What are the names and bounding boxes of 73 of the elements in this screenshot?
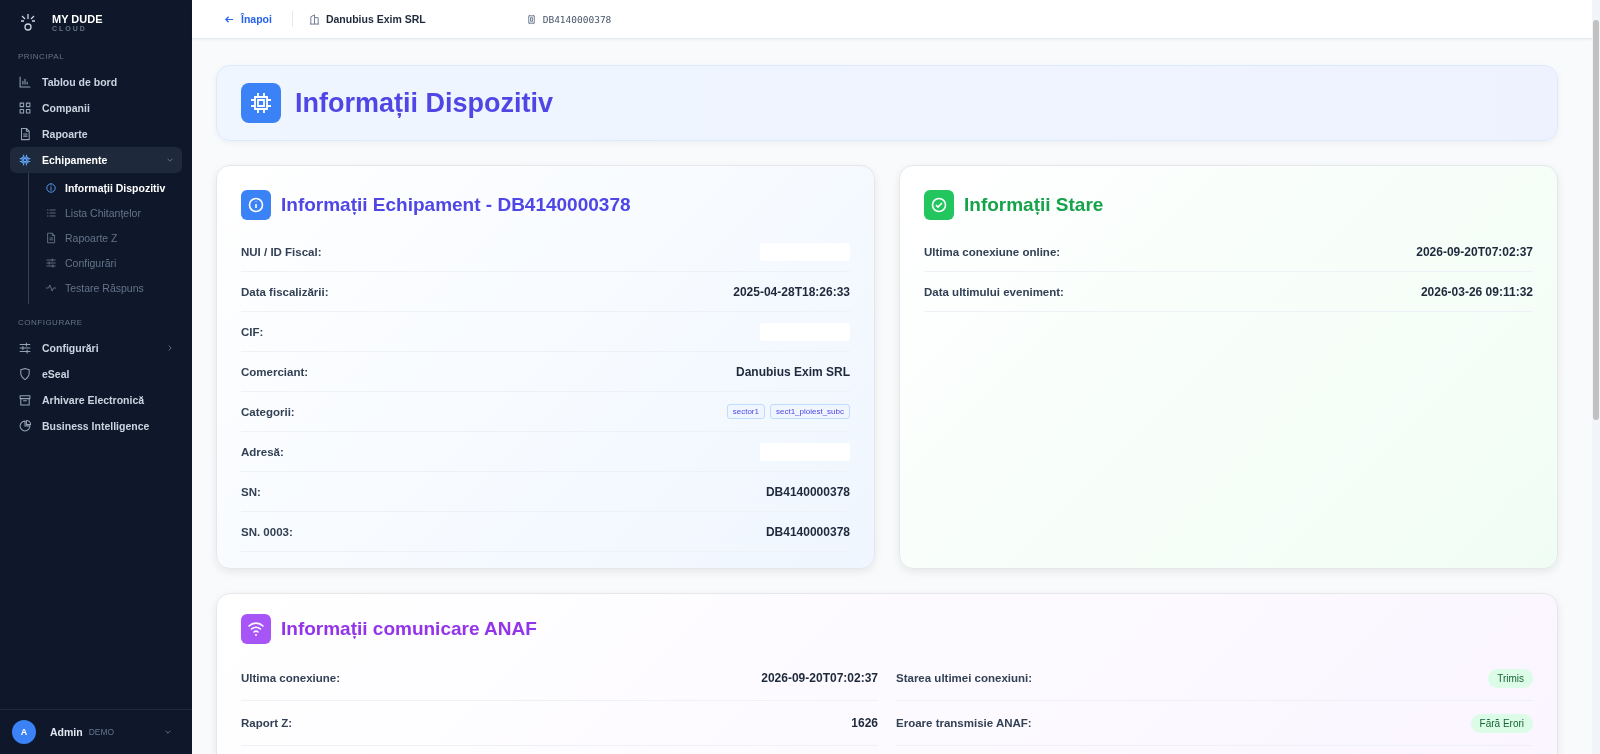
submenu-item[interactable]: Lista Chitanțelor [45, 200, 182, 225]
info-icon [45, 181, 57, 194]
field-label: Starea ultimei conexiuni: [896, 672, 1033, 684]
list-icon [45, 206, 57, 219]
page-title: Informații Dispozitiv [295, 87, 554, 119]
category-tag: sector1 [726, 404, 765, 419]
shield-icon [18, 367, 32, 381]
document-icon [18, 127, 32, 141]
submenu-item[interactable]: Configurări [45, 250, 182, 275]
building-icon [308, 13, 320, 25]
field-label: SN. 0003: [241, 525, 293, 538]
nav-item[interactable]: eSeal [10, 361, 182, 387]
archive-icon [18, 393, 32, 407]
brand-name: MY DUDE [52, 12, 103, 25]
chevron-icon [164, 728, 172, 736]
sliders-icon [45, 256, 57, 269]
company-name: Danubius Exim SRL [325, 13, 426, 25]
nav-item[interactable]: Tablou de bord [10, 69, 182, 95]
document-icon [45, 231, 57, 244]
field-label: Ultima conexiune online: [924, 245, 1061, 258]
wifi-icon [241, 614, 271, 644]
section-heading: PRINCIPAL [17, 52, 66, 61]
nav-item[interactable]: Arhivare Electronică [10, 387, 182, 413]
submenu-item[interactable]: Informații Dispozitiv [45, 175, 182, 200]
submenu-item[interactable]: Testare Răspuns [45, 275, 182, 300]
back-link[interactable]: Înapoi [224, 13, 272, 25]
field-label: NUI / ID Fiscal: [241, 245, 322, 258]
submenu-item[interactable]: Rapoarte Z [45, 225, 182, 250]
logo-icon [18, 12, 38, 32]
card-title: Informații comunicare ANAF [281, 618, 537, 640]
field-label: Eroare transmisie ANAF: [896, 717, 1032, 729]
field-label: Adresă: [241, 445, 284, 458]
field-value: DB4140000378 [765, 484, 850, 499]
nav-item[interactable]: Companii [10, 95, 182, 121]
field-value: 2026-09-20T07:02:37 [761, 671, 878, 685]
chip-icon [18, 153, 32, 167]
nav-item[interactable]: Business Intelligence [10, 413, 182, 439]
avatar: A [12, 720, 36, 744]
field-label: Categorii: [241, 405, 295, 418]
nav-item[interactable]: Configurări [10, 335, 182, 361]
user-name: Admin [50, 726, 83, 738]
info-icon [241, 190, 271, 220]
field-label: Raport Z: [241, 717, 293, 729]
field-label: Ultima conexiune: [241, 672, 341, 684]
field-value: 2026-09-20T07:02:37 [1416, 244, 1533, 259]
field-value: DB4140000378 [765, 524, 850, 539]
chip-icon [241, 83, 281, 123]
field-label: CIF: [241, 325, 264, 338]
nav-item[interactable]: Echipamente [10, 147, 182, 173]
card-title: Informații Stare [964, 194, 1104, 216]
status-badge: Fără Erori [1470, 713, 1533, 733]
grid-icon [18, 101, 32, 115]
section-heading: CONFIGURARE [17, 318, 84, 327]
user-menu[interactable]: A Admin DEMO [0, 709, 192, 754]
field-label: Comerciant: [241, 365, 309, 378]
field-value: 1626 [851, 716, 878, 730]
category-tag: sect1_ploiest_subc [769, 404, 850, 419]
field-label: Data fiscalizării: [241, 285, 329, 298]
field-value: 2025-04-28T18:26:33 [733, 284, 850, 299]
field-label: SN: [241, 485, 261, 498]
card-title: Informații Echipament - DB4140000378 [281, 194, 631, 216]
scrollbar[interactable] [1592, 0, 1600, 754]
pie-icon [18, 419, 32, 433]
device-serial: DB4140000378 [542, 13, 612, 25]
status-badge: Trimis [1488, 668, 1533, 688]
sliders-icon [18, 341, 32, 355]
field-value: 2026-03-26 09:11:32 [1420, 284, 1533, 299]
nav-item[interactable]: Rapoarte [10, 121, 182, 147]
user-role: DEMO [88, 727, 116, 737]
chip-icon [525, 13, 537, 25]
field-value: Danubius Exim SRL [735, 364, 850, 379]
field-label: Data ultimului eveniment: [924, 285, 1064, 298]
chart-icon [18, 75, 32, 89]
